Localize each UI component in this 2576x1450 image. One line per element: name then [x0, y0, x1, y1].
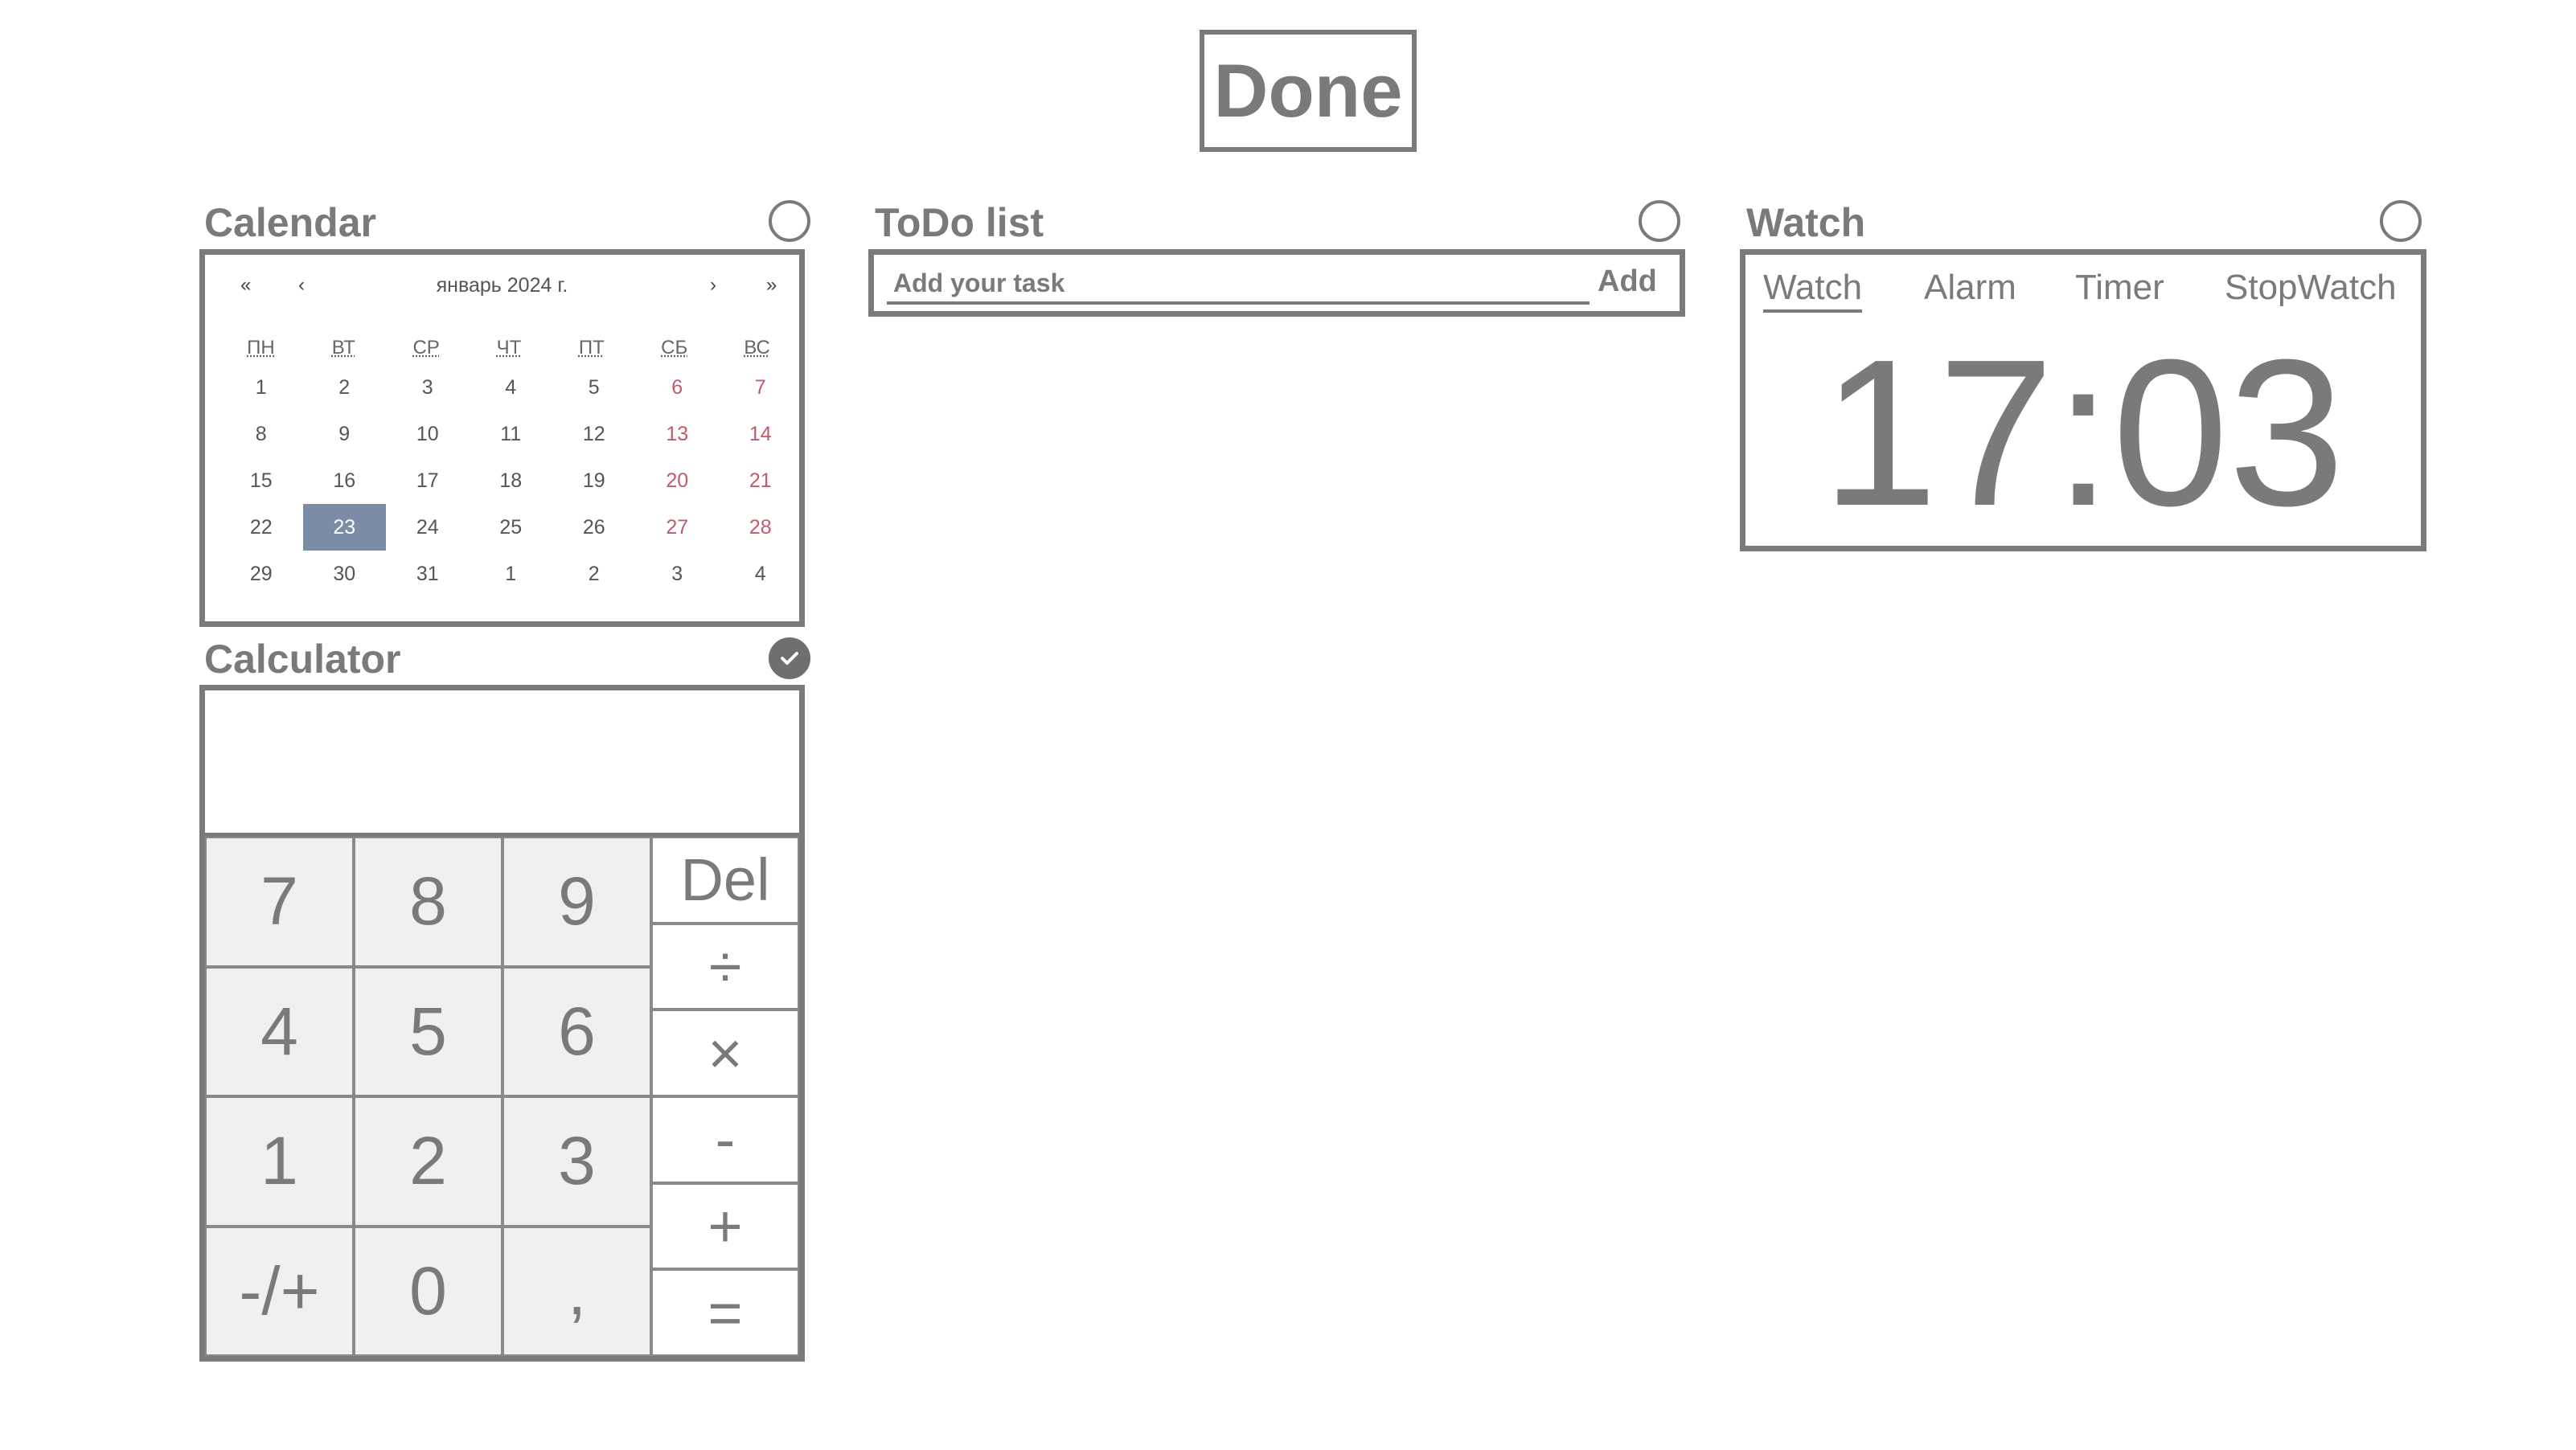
calc-key-delete[interactable]: Del — [651, 837, 799, 924]
calc-key-5[interactable]: 5 — [354, 966, 502, 1096]
checkmark-icon — [781, 652, 798, 665]
calculator-display — [205, 690, 799, 837]
calendar-day[interactable]: 4 — [470, 364, 553, 411]
calc-key-0[interactable]: 0 — [354, 1226, 502, 1356]
calendar-day[interactable]: 1 — [219, 364, 303, 411]
calculator-widget: 7 8 9 4 5 6 1 2 3 -/+ 0, Del ÷ × - + = — [199, 685, 805, 1362]
calendar-day[interactable]: 4 — [719, 551, 802, 597]
calc-key-equals[interactable]: = — [651, 1269, 799, 1356]
todo-title: ToDo list — [875, 200, 1044, 245]
calendar-title: Calendar — [204, 200, 376, 245]
calendar-day[interactable]: 21 — [719, 457, 802, 504]
calendar-day[interactable]: 31 — [386, 551, 470, 597]
todo-check-toggle[interactable] — [1639, 200, 1680, 242]
todo-add-button[interactable]: Add — [1598, 264, 1657, 299]
next-year-button[interactable]: » — [766, 274, 777, 297]
calendar-day[interactable]: 20 — [636, 457, 720, 504]
calendar-day[interactable]: 26 — [552, 504, 636, 551]
watch-widget: Watch Alarm Timer StopWatch 17:03 — [1740, 249, 2426, 551]
tab-timer[interactable]: Timer — [2075, 268, 2164, 308]
calc-key-1[interactable]: 1 — [205, 1096, 354, 1227]
calendar-day[interactable]: 3 — [636, 551, 720, 597]
calendar-day[interactable]: 3 — [386, 364, 470, 411]
tab-watch[interactable]: Watch — [1763, 268, 1863, 313]
calendar-day[interactable]: 5 — [552, 364, 636, 411]
calendar-check-toggle[interactable] — [769, 200, 810, 242]
calendar-day[interactable]: 17 — [386, 457, 470, 504]
watch-check-toggle[interactable] — [2380, 200, 2422, 242]
calc-key-comma[interactable]: , — [502, 1226, 651, 1356]
calendar-day[interactable]: 25 — [470, 504, 553, 551]
calendar-day[interactable]: 2 — [552, 551, 636, 597]
weekday-label: ПН — [247, 337, 275, 358]
calendar-day[interactable]: 27 — [636, 504, 720, 551]
calc-key-negate[interactable]: -/+ — [205, 1226, 354, 1356]
calendar-day[interactable]: 28 — [719, 504, 802, 551]
calendar-day[interactable]: 29 — [219, 551, 303, 597]
done-button[interactable]: Done — [1200, 30, 1417, 152]
calendar-day[interactable]: 30 — [303, 551, 387, 597]
watch-time-display: 17:03 — [1821, 317, 2345, 550]
calendar-week-row: 15 16 17 18 19 20 21 — [219, 457, 802, 504]
todo-task-input[interactable] — [887, 264, 1589, 305]
weekday-label: СР — [412, 337, 440, 358]
calendar-day[interactable]: 12 — [552, 411, 636, 457]
tab-alarm[interactable]: Alarm — [1924, 268, 2016, 308]
calendar-day[interactable]: 7 — [719, 364, 802, 411]
calendar-week-row: 8 9 10 11 12 13 14 — [219, 411, 802, 457]
calculator-check-toggle[interactable] — [769, 637, 810, 679]
calendar-day[interactable]: 15 — [219, 457, 303, 504]
weekday-header-row: ПН ВТ СР ЧТ ПТ СБ ВС — [219, 334, 798, 362]
next-month-button[interactable]: › — [710, 274, 716, 297]
weekday-label: ПТ — [578, 337, 605, 358]
calc-key-multiply[interactable]: × — [651, 1010, 799, 1096]
calc-key-divide[interactable]: ÷ — [651, 923, 799, 1010]
calendar-day[interactable]: 10 — [386, 411, 470, 457]
calendar-day[interactable]: 19 — [552, 457, 636, 504]
calendar-week-row: 22 23 24 25 26 27 28 — [219, 504, 802, 551]
calendar-day[interactable]: 1 — [470, 551, 553, 597]
calendar-day[interactable]: 11 — [470, 411, 553, 457]
calendar-day[interactable]: 6 — [636, 364, 720, 411]
calendar-day[interactable]: 23 — [302, 504, 386, 551]
calculator-title: Calculator — [204, 637, 401, 682]
calendar-day[interactable]: 9 — [303, 411, 387, 457]
calendar-day[interactable]: 13 — [636, 411, 720, 457]
calc-key-subtract[interactable]: - — [651, 1096, 799, 1183]
weekday-label: ЧТ — [496, 337, 522, 358]
calendar-day[interactable]: 14 — [719, 411, 802, 457]
weekday-label: ВТ — [331, 337, 355, 358]
calc-key-add[interactable]: + — [651, 1182, 799, 1270]
weekday-label: ВС — [744, 337, 770, 358]
calc-key-2[interactable]: 2 — [354, 1096, 502, 1227]
calendar-day[interactable]: 8 — [219, 411, 303, 457]
calendar-day[interactable]: 16 — [303, 457, 387, 504]
calc-key-4[interactable]: 4 — [205, 966, 354, 1096]
watch-title: Watch — [1746, 200, 1866, 245]
weekday-label: СБ — [661, 337, 688, 358]
calc-key-7[interactable]: 7 — [205, 837, 354, 967]
tab-stopwatch[interactable]: StopWatch — [2225, 268, 2397, 308]
calendar-day[interactable]: 22 — [219, 504, 303, 551]
calc-key-8[interactable]: 8 — [354, 837, 502, 967]
calc-key-3[interactable]: 3 — [502, 1096, 651, 1227]
calc-key-9[interactable]: 9 — [502, 837, 651, 967]
calendar-day[interactable]: 18 — [470, 457, 553, 504]
calc-key-6[interactable]: 6 — [502, 966, 651, 1096]
todo-widget: Add — [868, 249, 1685, 317]
calendar-week-row: 29 30 31 1 2 3 4 — [219, 551, 802, 597]
calendar-day[interactable]: 24 — [386, 504, 470, 551]
calendar-day[interactable]: 2 — [303, 364, 387, 411]
calendar-widget: « ‹ январь 2024 г. › » ПН ВТ СР ЧТ ПТ СБ ВС 12… — [199, 249, 805, 627]
calendar-week-row: 1234567 — [219, 364, 802, 411]
